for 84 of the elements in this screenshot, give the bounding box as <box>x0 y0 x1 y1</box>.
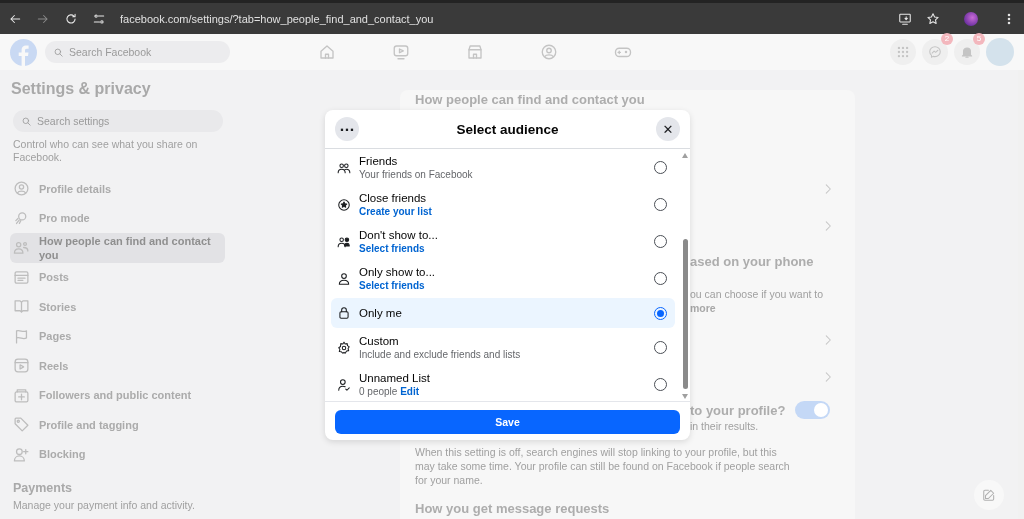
audience-option[interactable]: Custom Include and exclude friends and lists <box>331 329 675 366</box>
option-description: Include and exclude friends and lists <box>359 349 522 360</box>
option-title: Only me <box>359 307 403 319</box>
audience-option[interactable]: Close friends Create your list <box>331 186 675 223</box>
setting-note: When this setting is off, search engines will stop linking to your profile, but this may take some time. Your profile can still be found on Facebook if people search for your name. <box>415 445 791 487</box>
settings-title: Settings & privacy <box>11 80 152 98</box>
option-title: Friends <box>359 155 399 167</box>
person-circle-icon[interactable] <box>540 43 558 61</box>
compose-button[interactable] <box>974 480 1004 510</box>
flag-icon <box>13 327 30 345</box>
setting-description: in their results. <box>690 419 760 433</box>
person-plus-icon <box>13 445 30 463</box>
dialog-title: Select audience <box>456 121 559 137</box>
people-icon <box>337 234 351 249</box>
audience-option[interactable]: Don't show to... Select friends <box>331 223 675 260</box>
sidebar-item-label: Reels <box>39 358 69 373</box>
plus-box-icon <box>13 386 30 404</box>
section-title: How people can find and contact you <box>415 92 646 109</box>
option-title: Custom <box>359 335 400 347</box>
menu-button[interactable] <box>890 39 916 65</box>
store-icon[interactable] <box>466 43 484 61</box>
gear-icon <box>337 340 351 355</box>
book-icon <box>13 298 30 316</box>
section-heading: How you get message requests <box>415 501 611 516</box>
toggle-switch[interactable] <box>795 401 830 419</box>
option-title: Only show to... <box>359 266 437 278</box>
edit-icon <box>982 488 996 502</box>
bell-icon <box>960 45 974 59</box>
site-settings-icon[interactable] <box>92 11 106 26</box>
search-icon <box>53 46 64 58</box>
video-icon[interactable] <box>392 43 410 61</box>
sidebar-item-label: Profile details <box>39 181 112 196</box>
option-link[interactable]: Select friends <box>359 243 646 254</box>
chat-bubble-icon <box>928 45 942 59</box>
sidebar-item-label: Followers and public content <box>39 388 192 403</box>
sidebar-item-label: Blocking <box>39 447 86 462</box>
profile-avatar[interactable] <box>964 11 978 26</box>
audience-option[interactable]: Friends Your friends on Facebook <box>331 149 675 186</box>
search-field[interactable]: Search Facebook <box>45 41 230 63</box>
people-icon <box>337 160 351 175</box>
person-icon <box>337 271 351 286</box>
tag-icon <box>13 416 30 434</box>
section-description: Manage your payment info and activity. <box>13 499 196 511</box>
reload-icon[interactable] <box>64 11 78 26</box>
sidebar-item-label: Posts <box>39 270 69 285</box>
grid-icon <box>896 45 910 59</box>
star-circle-icon <box>337 197 351 212</box>
edit-link[interactable]: Edit <box>400 386 420 397</box>
sidebar-item-label: Profile and tagging <box>39 417 139 432</box>
audience-option[interactable]: Unnamed List 0 people Edit <box>331 366 675 401</box>
home-icon[interactable] <box>318 43 336 61</box>
audience-option[interactable]: Only me <box>331 298 675 328</box>
sidebar-item-label: Stories <box>39 299 77 314</box>
bookmark-star-icon[interactable] <box>926 11 940 26</box>
setting-question: to your profile? <box>690 402 786 418</box>
more-options-button[interactable]: ··· <box>335 117 359 141</box>
notifications-button[interactable] <box>954 39 980 65</box>
option-link[interactable]: Select friends <box>359 280 646 291</box>
people-icon <box>13 239 30 257</box>
close-button[interactable]: ✕ <box>656 117 680 141</box>
audience-option[interactable]: Only show to... Select friends <box>331 260 675 297</box>
messenger-button[interactable] <box>922 39 948 65</box>
play-box-icon <box>13 357 30 375</box>
search-icon <box>21 115 32 127</box>
option-link[interactable]: Create your list <box>359 206 646 217</box>
option-title: Don't show to... <box>359 229 439 241</box>
lock-icon <box>337 306 351 320</box>
person-check-icon <box>337 377 351 392</box>
section-title: Payments <box>13 481 74 495</box>
sidebar-item-label: How people can find and contact you <box>39 233 212 262</box>
section-heading: ased on your phone <box>690 254 815 269</box>
option-description: 0 people Edit <box>359 386 421 397</box>
install-icon[interactable] <box>898 11 912 26</box>
option-description: Your friends on Facebook <box>359 169 474 180</box>
option-title: Unnamed List <box>359 372 431 384</box>
section-description: ou can choose if you want to <box>690 287 825 301</box>
sidebar-item-label: Pro mode <box>39 211 90 226</box>
save-button[interactable]: Save <box>335 410 680 434</box>
search-settings-field[interactable]: Search settings <box>13 110 223 132</box>
section-description: Control who can see what you share on Facebook. <box>13 138 199 164</box>
sidebar-item-label: Pages <box>39 329 72 344</box>
person-circle-icon <box>13 180 30 198</box>
post-icon <box>13 268 30 286</box>
option-title: Close friends <box>359 192 428 204</box>
